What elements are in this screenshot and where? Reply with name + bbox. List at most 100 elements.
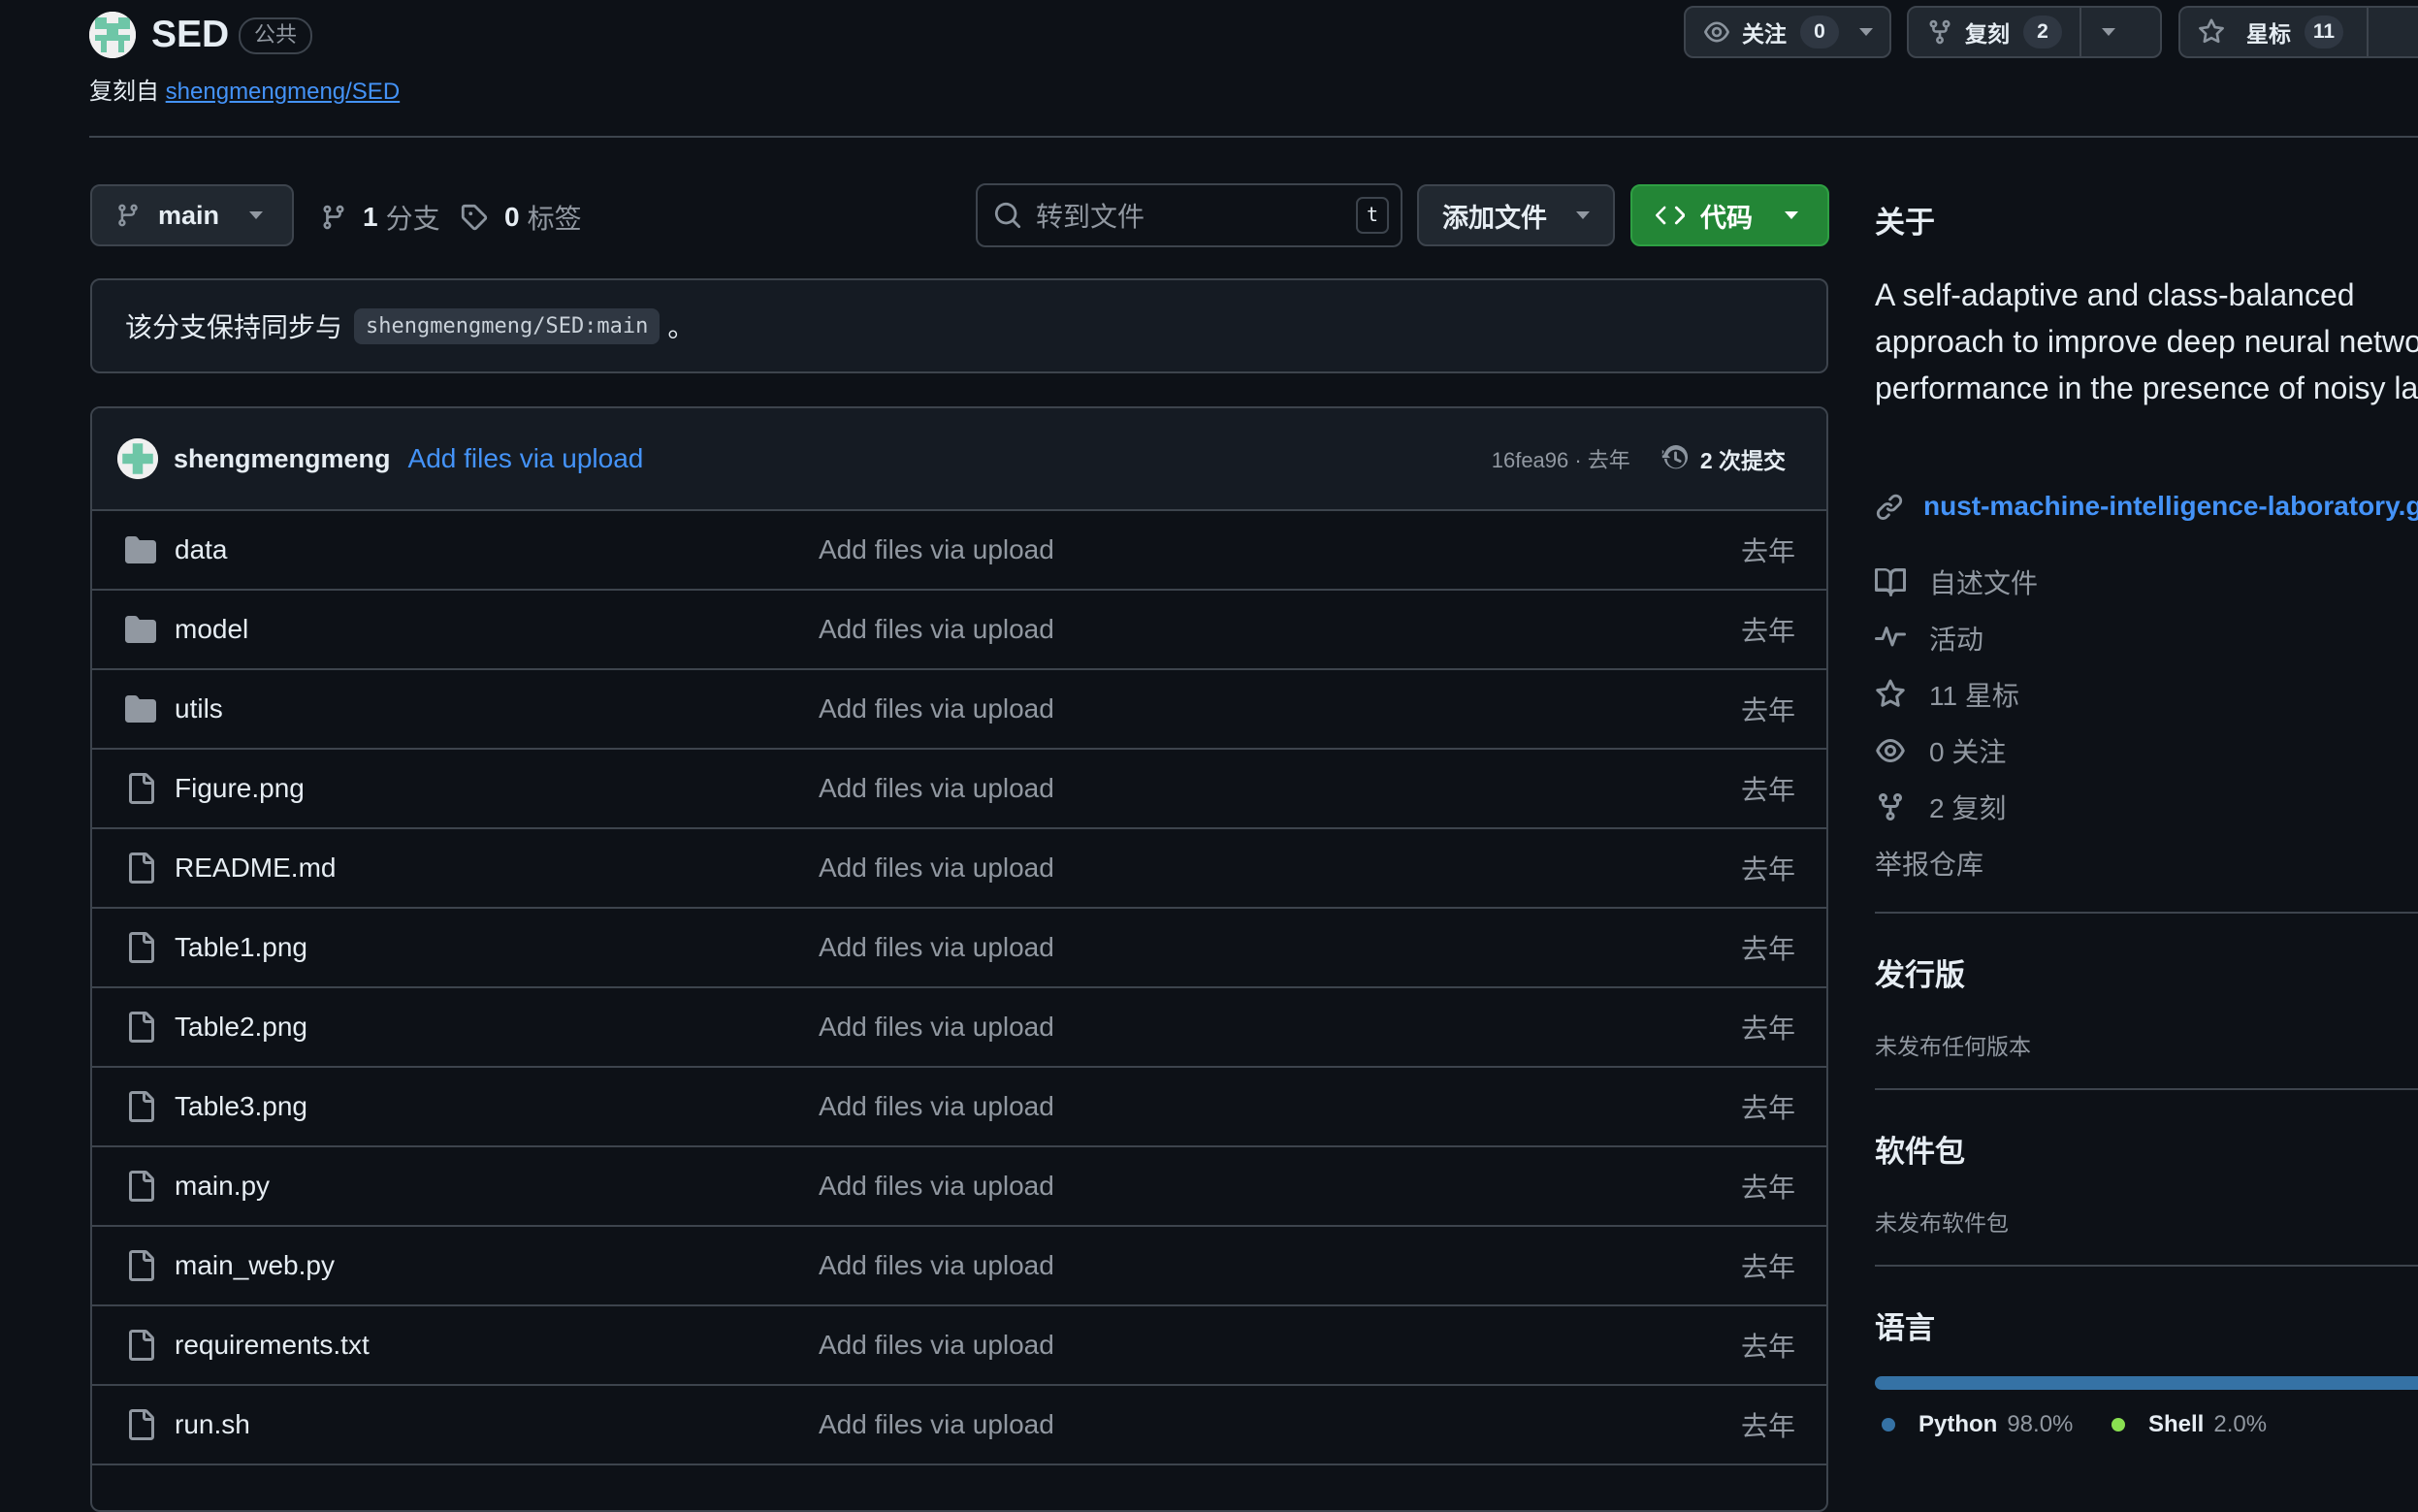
file-name-link[interactable]: utils <box>175 693 223 724</box>
star-dropdown[interactable] <box>2367 8 2398 56</box>
file-commit-message[interactable]: Add files via upload <box>819 614 1054 645</box>
file-icon <box>125 773 156 804</box>
file-row[interactable]: main.py Add files via upload 去年 <box>92 1147 1826 1227</box>
file-name-link[interactable]: Table2.png <box>175 1012 307 1043</box>
report-repo-link[interactable]: 举报仓库 <box>1875 844 1983 883</box>
code-button[interactable]: 代码 <box>1630 184 1829 246</box>
fork-button[interactable]: 复刻 2 <box>1909 8 2079 56</box>
star-button[interactable]: 星标 11 <box>2180 8 2367 56</box>
python-dot-icon <box>1882 1418 1895 1432</box>
file-name-link[interactable]: model <box>175 614 248 645</box>
file-commit-date: 去年 <box>1740 934 1795 964</box>
file-commit-message[interactable]: Add files via upload <box>819 1091 1054 1122</box>
watch-button[interactable]: 关注 0 <box>1686 8 1854 56</box>
file-row[interactable]: main_web.py Add files via upload 去年 <box>92 1227 1826 1306</box>
file-name-link[interactable]: main.py <box>175 1171 270 1202</box>
file-commit-message[interactable]: Add files via upload <box>819 1250 1054 1281</box>
file-name-link[interactable]: Table1.png <box>175 932 307 963</box>
branch-icon <box>323 205 344 230</box>
caret-down-icon <box>2102 28 2115 36</box>
file-commit-date: 去年 <box>1740 1332 1795 1362</box>
file-commit-message[interactable]: Add files via upload <box>819 853 1054 884</box>
star-icon <box>1876 679 1905 707</box>
tags-label: 标签 <box>527 204 582 234</box>
file-commit-message[interactable]: Add files via upload <box>819 1012 1054 1043</box>
fork-button-group: 复刻 2 <box>1907 6 2162 58</box>
website-link[interactable]: nust-machine-intelligence-laboratory.git <box>1875 491 2418 522</box>
sync-suffix: 。 <box>667 312 695 342</box>
file-row[interactable]: data Add files via upload 去年 <box>92 511 1826 591</box>
branches-label: 分支 <box>385 204 440 234</box>
add-file-label: 添加文件 <box>1442 203 1547 233</box>
file-commit-message[interactable]: Add files via upload <box>819 932 1054 963</box>
forks-label: 2 复刻 <box>1929 793 2007 823</box>
readme-link[interactable]: 自述文件 <box>1875 563 2038 601</box>
language-python[interactable]: Python 98.0% <box>1882 1411 2073 1438</box>
caret-down-icon <box>1576 211 1590 219</box>
code-icon <box>1656 206 1685 225</box>
commit-hash-time[interactable]: 16fea96 · 去年 <box>1492 443 1630 474</box>
file-name-link[interactable]: data <box>175 534 228 565</box>
go-to-file-input[interactable]: 转到文件 t <box>976 183 1402 247</box>
file-icon <box>125 1330 156 1361</box>
file-commit-date: 去年 <box>1740 775 1795 805</box>
watch-dropdown[interactable] <box>1847 8 1886 56</box>
file-name-link[interactable]: Figure.png <box>175 773 305 804</box>
language-bar <box>1875 1376 2418 1390</box>
branches-link[interactable]: 1 分支 <box>320 198 440 237</box>
code-label: 代码 <box>1700 203 1753 233</box>
tags-link[interactable]: 0 标签 <box>460 198 582 237</box>
file-name-link[interactable]: main_web.py <box>175 1250 335 1281</box>
file-row[interactable]: Table3.png Add files via upload 去年 <box>92 1068 1826 1147</box>
file-name-link[interactable]: requirements.txt <box>175 1330 370 1361</box>
avatar[interactable] <box>117 438 158 479</box>
commit-history-link[interactable]: 2 次提交 <box>1661 442 1786 475</box>
file-row[interactable]: README.md Add files via upload 去年 <box>92 829 1826 909</box>
file-commit-message[interactable]: Add files via upload <box>819 1171 1054 1202</box>
file-commit-message[interactable]: Add files via upload <box>819 1330 1054 1361</box>
file-row[interactable]: Figure.png Add files via upload 去年 <box>92 750 1826 829</box>
stars-link[interactable]: 11 星标 <box>1875 675 2019 714</box>
shell-dot-icon <box>2112 1418 2125 1432</box>
file-row[interactable]: Table2.png Add files via upload 去年 <box>92 988 1826 1068</box>
sync-text: 该分支保持同步与 <box>125 312 343 342</box>
eye-icon <box>1876 739 1905 762</box>
packages-heading[interactable]: 软件包 <box>1875 1127 1965 1171</box>
file-icon <box>125 1012 156 1043</box>
file-commit-message[interactable]: Add files via upload <box>819 773 1054 804</box>
watchers-link[interactable]: 0 关注 <box>1875 731 2006 770</box>
file-commit-message[interactable]: Add files via upload <box>819 693 1054 724</box>
language-shell[interactable]: Shell 2.0% <box>2112 1411 2267 1438</box>
file-name-link[interactable]: run.sh <box>175 1409 250 1440</box>
commit-author[interactable]: shengmengmeng <box>174 444 391 474</box>
file-name-link[interactable]: Table3.png <box>175 1091 307 1122</box>
fork-dropdown[interactable] <box>2079 8 2136 56</box>
file-row[interactable]: requirements.txt Add files via upload 去年 <box>92 1306 1826 1386</box>
file-row[interactable]: utils Add files via upload 去年 <box>92 670 1826 750</box>
file-commit-date: 去年 <box>1740 1013 1795 1044</box>
file-icon <box>125 1091 156 1122</box>
forks-link[interactable]: 2 复刻 <box>1875 788 2006 826</box>
repo-name[interactable]: SED <box>151 14 229 56</box>
activity-link[interactable]: 活动 <box>1875 619 1983 658</box>
file-commit-message[interactable]: Add files via upload <box>819 534 1054 565</box>
fork-icon <box>1879 792 1902 821</box>
add-file-button[interactable]: 添加文件 <box>1417 184 1615 246</box>
forked-from-link[interactable]: shengmengmeng/SED <box>166 79 400 105</box>
caret-down-icon <box>1859 28 1873 36</box>
file-row[interactable]: model Add files via upload 去年 <box>92 591 1826 670</box>
link-icon <box>1876 494 1903 520</box>
repo-owner-avatar[interactable] <box>89 12 136 58</box>
watch-button-group: 关注 0 <box>1684 6 1891 58</box>
file-row[interactable]: Table1.png Add files via upload 去年 <box>92 909 1826 988</box>
caret-down-icon <box>1785 211 1798 219</box>
file-commit-message[interactable]: Add files via upload <box>819 1409 1054 1440</box>
releases-heading[interactable]: 发行版 <box>1875 950 1965 994</box>
branch-select-button[interactable]: main <box>90 184 294 246</box>
file-name-link[interactable]: README.md <box>175 853 336 884</box>
commit-message[interactable]: Add files via upload <box>408 443 644 474</box>
file-commit-date: 去年 <box>1740 854 1795 885</box>
file-rows: data Add files via upload 去年 model Add files… <box>92 511 1826 1465</box>
folder-icon <box>125 693 156 724</box>
file-row[interactable]: run.sh Add files via upload 去年 <box>92 1386 1826 1465</box>
